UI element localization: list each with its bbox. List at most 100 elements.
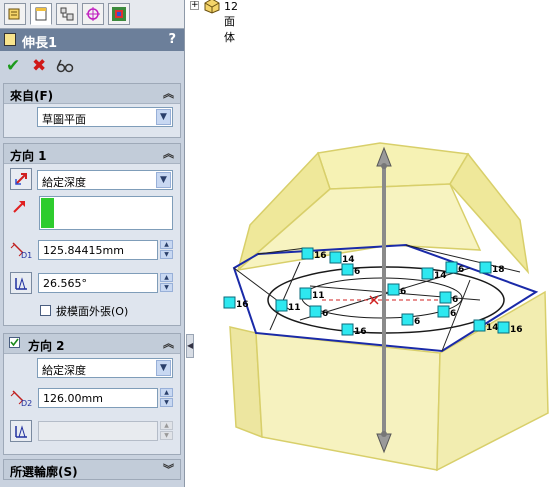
- property-icon: [35, 7, 47, 21]
- manager-tabs: [0, 0, 184, 29]
- relation-label: 11: [312, 291, 325, 301]
- graphics-viewport[interactable]: 16 146 1861416611611166614 166: [196, 14, 560, 487]
- direction2-depth-spinner[interactable]: ▲ ▼: [160, 388, 173, 408]
- relation-label: 18: [492, 265, 505, 275]
- cancel-button[interactable]: ✖: [32, 56, 46, 76]
- direction1-draft-angle-input[interactable]: 26.565°: [38, 273, 158, 293]
- help-button[interactable]: ?: [168, 32, 176, 47]
- relation-tag[interactable]: 6: [341, 263, 360, 277]
- chevron-down-icon[interactable]: ▼: [156, 109, 171, 125]
- from-header[interactable]: 來自(F) ︽: [4, 84, 180, 104]
- spin-down-icon: ▼: [160, 431, 173, 440]
- spin-down-icon[interactable]: ▼: [160, 283, 173, 292]
- crosshair-icon: [86, 7, 100, 21]
- chevron-down-icon[interactable]: ▼: [156, 360, 171, 376]
- tab-display-manager[interactable]: [108, 3, 130, 25]
- d1-label: D1: [21, 251, 32, 259]
- relation-label: 11: [288, 303, 301, 313]
- collapse-icon[interactable]: ︽: [163, 85, 174, 101]
- relation-icon: [473, 319, 486, 332]
- drag-handle-bottom[interactable]: [381, 431, 387, 437]
- drag-handle-top[interactable]: [381, 163, 387, 169]
- direction2-group: 方向 2 ︽ 給定深度 ▼ D2 126.00mm ▲ ▼ ▲ ▼: [3, 333, 181, 455]
- spin-down-icon[interactable]: ▼: [160, 250, 173, 259]
- direction2-depth-input[interactable]: 126.00mm: [38, 388, 158, 408]
- relation-label: 16: [236, 300, 249, 310]
- spin-down-icon[interactable]: ▼: [160, 398, 173, 407]
- direction2-draft-toggle-button[interactable]: [10, 420, 32, 442]
- direction1-end-condition-value: 給定深度: [42, 176, 86, 189]
- relation-icon: [401, 313, 414, 326]
- relation-tag[interactable]: 6: [439, 291, 458, 305]
- direction-reference-indicator: [41, 198, 54, 228]
- panel-splitter[interactable]: ◀: [186, 334, 194, 358]
- direction1-group: 方向 1 ︽ 給定深度 ▼ D1 125.84415mm ▲ ▼ 26.565°…: [3, 143, 181, 326]
- spin-up-icon: ▲: [160, 421, 173, 430]
- tab-configuration-manager[interactable]: [56, 3, 78, 25]
- relation-tag[interactable]: 6: [437, 305, 456, 319]
- tab-feature-manager[interactable]: [4, 3, 26, 25]
- direction2-end-condition-select[interactable]: 給定深度 ▼: [37, 358, 173, 378]
- relation-icon: [341, 263, 354, 276]
- relation-icon: [341, 323, 354, 336]
- relation-icon: [497, 321, 510, 334]
- spin-up-icon[interactable]: ▲: [160, 388, 173, 397]
- from-group: 來自(F) ︽ 草圖平面 ▼: [3, 83, 181, 138]
- from-select[interactable]: 草圖平面 ▼: [37, 107, 173, 127]
- relation-icon: [275, 299, 288, 312]
- ok-button[interactable]: ✔: [6, 56, 20, 76]
- direction2-header[interactable]: 方向 2 ︽: [4, 334, 180, 354]
- tab-property-manager[interactable]: [30, 3, 52, 25]
- relation-label: 14: [486, 323, 499, 333]
- direction2-depth-value: 126.00mm: [43, 392, 103, 405]
- relation-icon: [445, 261, 458, 274]
- direction1-depth-spinner[interactable]: ▲ ▼: [160, 240, 173, 260]
- relation-label: 16: [354, 327, 367, 337]
- relation-tag[interactable]: 18: [479, 261, 505, 275]
- depth-d2-icon: D2: [10, 390, 32, 407]
- draft-outward-checkbox[interactable]: [40, 305, 51, 316]
- direction1-draft-angle-value: 26.565°: [43, 277, 87, 290]
- direction2-enable-checkbox[interactable]: [9, 337, 20, 348]
- tab-dimxpert[interactable]: [82, 3, 104, 25]
- d2-label: D2: [21, 399, 32, 407]
- relation-tag[interactable]: 6: [445, 261, 464, 275]
- relation-tag[interactable]: 16: [341, 323, 367, 337]
- relation-tag[interactable]: 11: [275, 299, 301, 313]
- relation-tag[interactable]: 6: [387, 283, 406, 297]
- direction1-depth-input[interactable]: 125.84415mm: [38, 240, 158, 260]
- expand-icon[interactable]: ︾: [163, 461, 174, 477]
- collapse-icon[interactable]: ︽: [163, 145, 174, 161]
- extrude-icon: [4, 33, 16, 46]
- spin-up-icon[interactable]: ▲: [160, 240, 173, 249]
- relation-icon: [301, 247, 314, 260]
- direction1-end-condition-select[interactable]: 給定深度 ▼: [37, 170, 173, 190]
- reverse-direction-button[interactable]: [10, 168, 32, 190]
- collapse-icon[interactable]: ︽: [163, 335, 174, 351]
- depth-d1-icon: D1: [10, 242, 32, 259]
- relation-label: 6: [322, 309, 328, 319]
- relation-tag[interactable]: 11: [299, 287, 325, 301]
- draft-toggle-button[interactable]: [10, 272, 32, 294]
- feature-title: 伸長1: [22, 36, 58, 51]
- direction2-header-label: 方向 2: [28, 339, 65, 353]
- draft-icon: [15, 425, 27, 438]
- direction1-reference-box[interactable]: [39, 196, 173, 230]
- relation-label: 14: [434, 271, 447, 281]
- chevron-down-icon[interactable]: ▼: [156, 172, 171, 188]
- relation-label: 6: [354, 267, 360, 277]
- direction1-draft-spinner[interactable]: ▲ ▼: [160, 273, 173, 293]
- selected-contours-header[interactable]: 所選輪廓(S) ︾: [4, 460, 180, 479]
- spin-up-icon[interactable]: ▲: [160, 273, 173, 282]
- relation-icon: [309, 305, 322, 318]
- direction1-header[interactable]: 方向 1 ︽: [4, 144, 180, 164]
- expand-tree-icon[interactable]: +: [190, 1, 199, 10]
- from-header-label: 來自(F): [10, 89, 54, 103]
- direction2-draft-angle-input: [38, 421, 158, 441]
- relation-label: 6: [452, 295, 458, 305]
- relation-label: 16: [314, 251, 327, 261]
- preview-button[interactable]: [56, 58, 74, 78]
- glasses-icon: [56, 59, 74, 73]
- relation-tag[interactable]: 14: [329, 251, 355, 265]
- relation-tag[interactable]: 6: [309, 305, 328, 319]
